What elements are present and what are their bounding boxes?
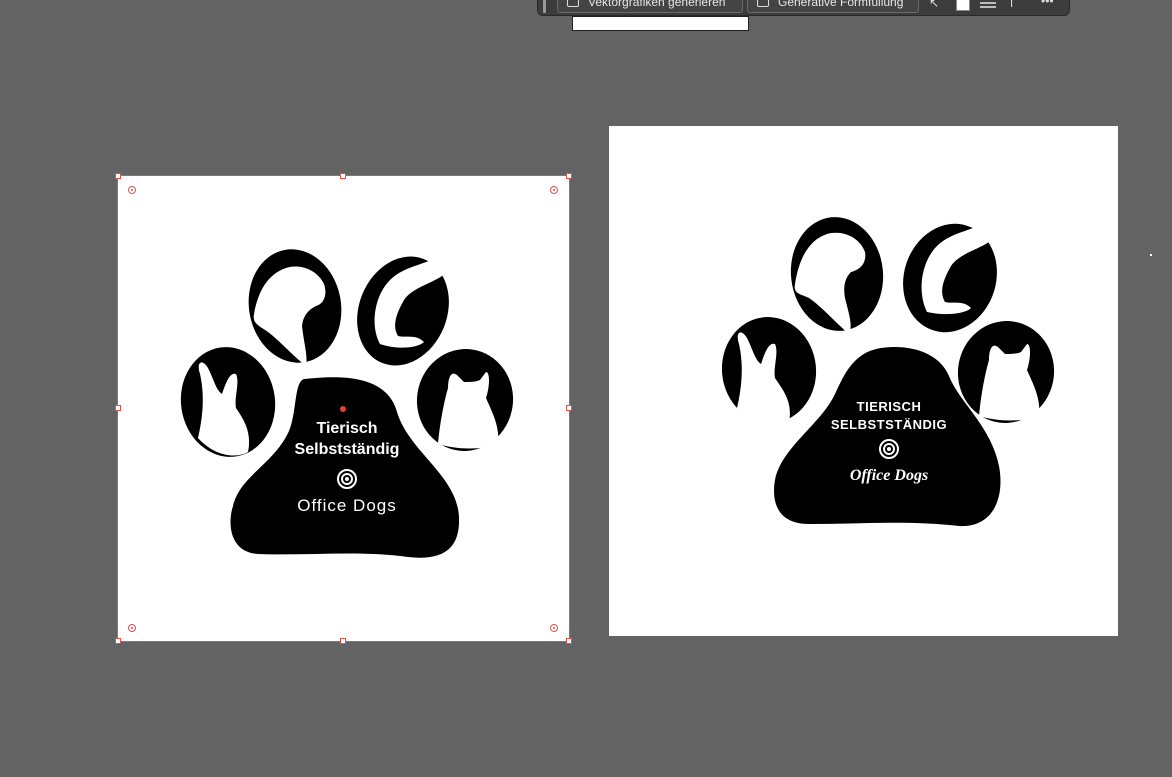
direct-selection-icon[interactable]: ↖ (929, 0, 939, 9)
resize-handle-top-left[interactable] (115, 173, 121, 179)
fill-color-swatch[interactable] (956, 0, 970, 11)
corner-radius-widget-bottom-left[interactable] (128, 624, 136, 632)
pad-red-dot (340, 406, 346, 412)
corner-radius-widget-bottom-right[interactable] (550, 624, 558, 632)
corner-radius-widget-top-right[interactable] (550, 186, 558, 194)
logo-left-line1: Tierisch (316, 420, 377, 437)
resize-handle-middle-left[interactable] (115, 405, 121, 411)
generative-fill-label: Generative Formfüllung (778, 0, 904, 9)
generate-vectors-button[interactable]: Vektorgrafiken generieren (557, 0, 743, 13)
corner-radius-widget-top-left[interactable] (128, 186, 136, 194)
more-options-icon[interactable]: ••• (1041, 0, 1054, 7)
generative-fill-button[interactable]: Generative Formfüllung (747, 0, 919, 13)
vector-icon (567, 0, 579, 7)
generate-vectors-label: Vektorgrafiken generieren (588, 0, 726, 9)
contextual-task-bar: Vektorgrafiken generieren Generative For… (537, 0, 1070, 16)
artboard-right[interactable]: TIERISCH SELBSTSTÄNDIG Office Dogs (609, 126, 1118, 636)
resize-handle-middle-right[interactable] (566, 405, 572, 411)
resize-handle-bottom-left[interactable] (115, 638, 121, 644)
tooltip-box (572, 16, 749, 31)
logo-right-line2: SELBSTSTÄNDIG (831, 417, 947, 432)
canvas-dot (1150, 254, 1152, 256)
logo-left-line2: Selbstständig (295, 441, 400, 458)
logo-right-line1: TIERISCH (857, 399, 922, 414)
resize-handle-top-center[interactable] (340, 173, 346, 179)
resize-handle-bottom-right[interactable] (566, 638, 572, 644)
paw-logo-left: Tierisch Selbstständig Office Dogs (180, 249, 514, 558)
logo-right-brand: Office Dogs (850, 467, 928, 484)
stroke-weight-icon[interactable] (980, 2, 996, 8)
generative-fill-icon (757, 0, 769, 7)
resize-handle-bottom-center[interactable] (340, 638, 346, 644)
logo-left-brand: Office Dogs (297, 496, 397, 515)
paw-logo-right: TIERISCH SELBSTSTÄNDIG Office Dogs (721, 217, 1055, 527)
drag-handle-grip[interactable] (543, 0, 546, 13)
text-cursor-icon[interactable]: ǀ (1010, 0, 1013, 9)
resize-handle-top-right[interactable] (566, 173, 572, 179)
artboard-left-selected[interactable]: Tierisch Selbstständig Office Dogs (115, 173, 572, 644)
